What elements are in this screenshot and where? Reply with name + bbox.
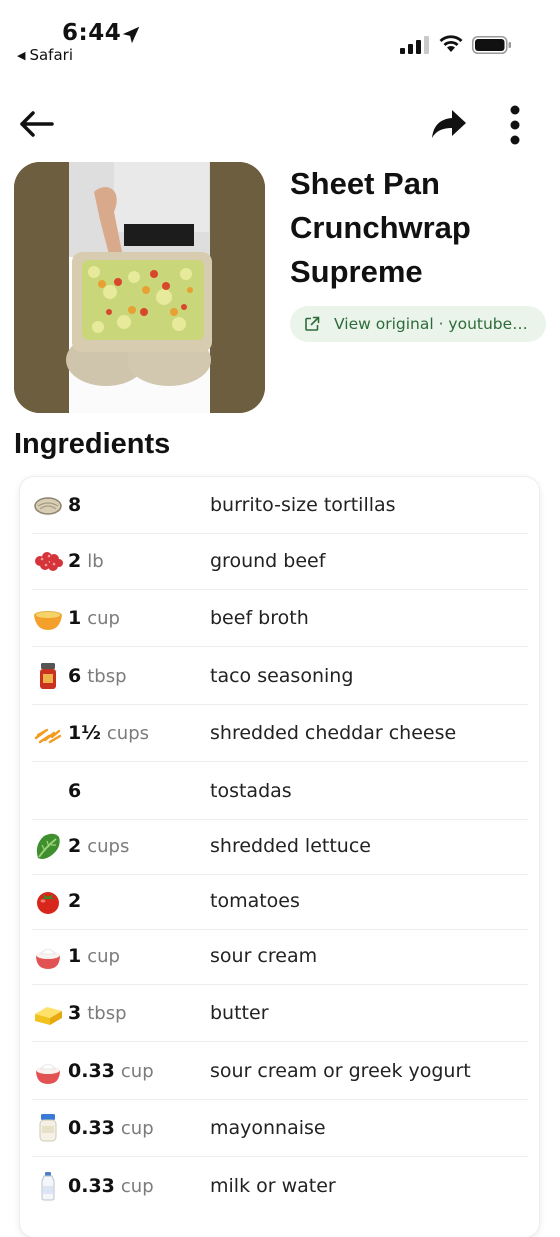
ingredient-quantity: 6 tbsp: [68, 665, 127, 687]
external-link-icon: [305, 316, 320, 331]
ingredient-row[interactable]: 1½ cups shredded cheddar cheese: [32, 705, 528, 762]
status-time: 6:44: [62, 20, 122, 46]
lettuce-icon: [36, 833, 60, 859]
view-original-button[interactable]: View original · youtube.com: [290, 306, 546, 342]
broth-bowl-icon: [34, 611, 62, 630]
recipe-thumbnail[interactable]: [14, 162, 265, 413]
back-arrow-icon[interactable]: [16, 106, 56, 142]
ingredients-card: 8 burrito-size tortillas 2 lb ground beef…: [20, 477, 539, 1237]
ingredient-quantity: 0.33 cup: [68, 1175, 154, 1197]
ingredient-row[interactable]: 0.33 cup milk or water: [32, 1158, 528, 1215]
share-icon[interactable]: [430, 106, 468, 142]
ingredient-name: butter: [210, 1002, 269, 1024]
ingredient-row[interactable]: 0.33 cup sour cream or greek yogurt: [32, 1043, 528, 1100]
mayonnaise-jar-icon: [39, 1114, 57, 1142]
ingredient-row[interactable]: 2 lb ground beef: [32, 533, 528, 590]
wifi-icon: [439, 35, 463, 52]
ingredient-quantity: 2 cups: [68, 835, 130, 857]
status-bar: 6:44 ◀ Safari: [0, 0, 560, 80]
view-original-label: View original · youtube.com: [334, 315, 532, 333]
ingredient-row[interactable]: 1 cup beef broth: [32, 590, 528, 647]
ingredient-name: sour cream or greek yogurt: [210, 1060, 471, 1082]
ingredient-name: ground beef: [210, 550, 326, 572]
shredded-cheese-icon: [34, 728, 62, 744]
ingredient-row[interactable]: 1 cup sour cream: [32, 928, 528, 985]
tomato-icon: [37, 892, 59, 914]
ingredient-row[interactable]: 0.33 cup mayonnaise: [32, 1100, 528, 1157]
ingredient-quantity: 3 tbsp: [68, 1002, 127, 1024]
ingredient-row[interactable]: 3 tbsp butter: [32, 985, 528, 1042]
ingredient-name: tostadas: [210, 780, 292, 802]
ingredient-name: shredded lettuce: [210, 835, 371, 857]
ingredient-quantity: 8: [68, 494, 82, 516]
back-to-app-link[interactable]: ◀ Safari: [17, 46, 73, 64]
ingredient-row[interactable]: 2 tomatoes: [32, 873, 528, 930]
location-arrow-icon: [122, 26, 140, 44]
spice-jar-icon: [40, 663, 56, 689]
ingredient-row[interactable]: 6 tostadas: [32, 763, 528, 820]
ingredient-quantity: 0.33 cup: [68, 1117, 154, 1139]
ground-beef-icon: [35, 552, 63, 571]
ingredient-name: burrito-size tortillas: [210, 494, 396, 516]
more-options-icon[interactable]: [502, 104, 528, 146]
ingredient-quantity: 2 lb: [68, 550, 104, 572]
ingredient-row[interactable]: 8 burrito-size tortillas: [32, 477, 528, 534]
ingredient-quantity: 1½ cups: [68, 722, 149, 744]
butter-icon: [35, 1007, 62, 1025]
ingredient-row[interactable]: 6 tbsp taco seasoning: [32, 648, 528, 705]
tortilla-icon: [34, 497, 62, 515]
recipe-title: Sheet Pan Crunchwrap Supreme: [290, 166, 471, 289]
recipe-photo-illustration: [14, 162, 265, 413]
ingredient-quantity: 1 cup: [68, 607, 120, 629]
back-app-label: Safari: [29, 46, 73, 64]
sour-cream-icon: [36, 1063, 60, 1084]
ingredient-name: shredded cheddar cheese: [210, 722, 457, 744]
ingredient-quantity: 6: [68, 780, 82, 802]
ingredient-name: milk or water: [210, 1175, 336, 1197]
ingredients-heading: Ingredients: [14, 428, 171, 460]
ingredient-name: taco seasoning: [210, 665, 354, 687]
ingredient-name: beef broth: [210, 607, 309, 629]
milk-bottle-icon: [41, 1172, 55, 1201]
ingredient-quantity: 2: [68, 890, 82, 912]
ingredient-name: mayonnaise: [210, 1117, 326, 1139]
ingredient-name: tomatoes: [210, 890, 300, 912]
ingredient-quantity: 0.33 cup: [68, 1060, 154, 1082]
back-triangle-icon: ◀: [17, 49, 26, 62]
ingredient-name: sour cream: [210, 945, 318, 967]
ingredient-quantity: 1 cup: [68, 945, 120, 967]
ingredient-row[interactable]: 2 cups shredded lettuce: [32, 818, 528, 875]
sour-cream-icon: [36, 948, 60, 969]
cellular-signal-icon: [400, 36, 429, 54]
battery-icon: [472, 36, 511, 54]
